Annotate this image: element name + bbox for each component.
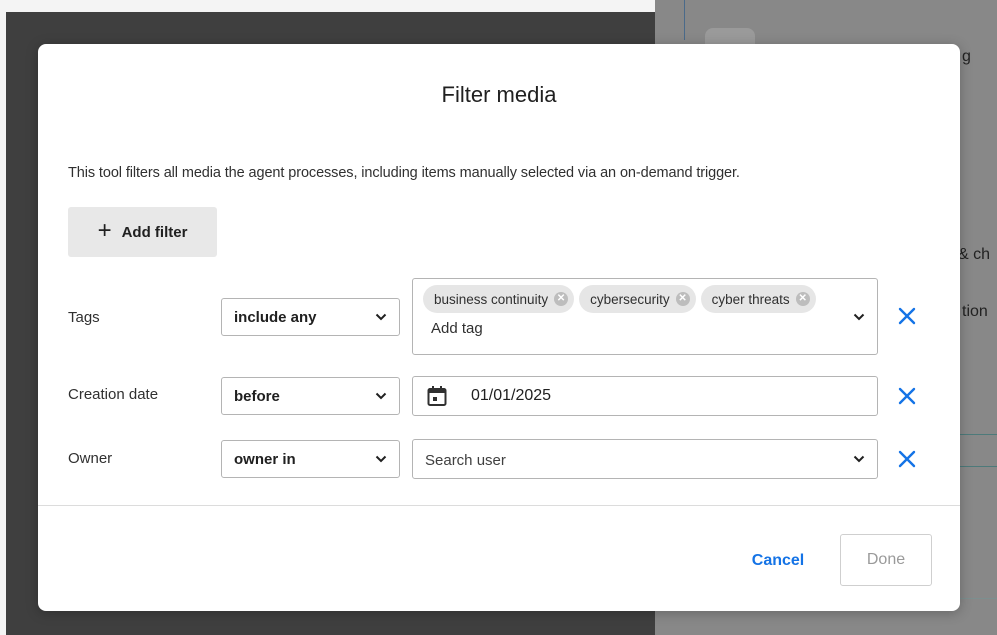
tags-operator-value: include any	[234, 308, 317, 326]
tag-chip: cyber threats ✕	[700, 285, 816, 313]
remove-tag-icon[interactable]: ✕	[554, 292, 569, 306]
remove-tag-icon[interactable]: ✕	[675, 292, 690, 306]
filter-media-dialog: Filter media This tool filters all media…	[38, 44, 960, 611]
done-button[interactable]: Done	[840, 534, 932, 586]
owner-operator-select[interactable]: owner in	[221, 440, 400, 478]
background-left-edge	[0, 0, 6, 635]
tag-chip: business continuity ✕	[423, 285, 575, 313]
filter-label-owner: Owner	[68, 450, 113, 467]
tag-chip-label: cybersecurity	[590, 291, 670, 307]
chevron-down-icon	[375, 455, 387, 463]
calendar-icon[interactable]	[427, 385, 447, 407]
tag-chip: cybersecurity ✕	[579, 285, 696, 313]
background-text-3: tion	[962, 303, 988, 320]
add-filter-label: Add filter	[121, 223, 188, 241]
date-value: 01/01/2025	[471, 387, 552, 404]
search-user-input[interactable]	[423, 440, 807, 480]
background-line	[960, 434, 997, 435]
background-line	[960, 466, 997, 467]
chevron-down-icon	[375, 313, 387, 321]
remove-filter-icon[interactable]	[895, 447, 919, 471]
plus-icon: +	[97, 217, 112, 244]
remove-filter-icon[interactable]	[895, 384, 919, 408]
remove-filter-icon[interactable]	[895, 304, 919, 328]
chevron-down-icon[interactable]	[853, 313, 865, 321]
date-field[interactable]: 01/01/2025	[412, 376, 878, 416]
tag-chip-label: cyber threats	[711, 291, 790, 307]
add-tag-input[interactable]	[429, 319, 533, 338]
date-operator-select[interactable]: before	[221, 377, 400, 415]
filter-label-creation-date: Creation date	[68, 386, 159, 403]
tags-operator-select[interactable]: include any	[221, 298, 400, 336]
dialog-description: This tool filters all media the agent pr…	[68, 165, 740, 181]
background-top-edge	[0, 0, 655, 12]
tags-field[interactable]: business continuity ✕ cybersecurity ✕ cy…	[412, 278, 878, 355]
chevron-down-icon[interactable]	[853, 455, 865, 463]
dialog-title: Filter media	[441, 82, 557, 107]
filter-label-tags: Tags	[68, 309, 100, 326]
remove-tag-icon[interactable]: ✕	[795, 292, 810, 306]
background-divider	[684, 0, 685, 40]
background-text-2: & ch	[958, 246, 991, 263]
chevron-down-icon	[375, 392, 387, 400]
add-filter-button[interactable]: + Add filter	[68, 207, 217, 257]
cancel-button[interactable]: Cancel	[738, 536, 818, 586]
tag-chip-label: business continuity	[434, 291, 549, 307]
owner-field[interactable]	[412, 439, 878, 480]
footer-divider	[38, 505, 960, 506]
date-operator-value: before	[234, 387, 280, 405]
owner-operator-value: owner in	[234, 450, 296, 468]
background-text-1: g	[962, 48, 971, 65]
tag-chip-list: business continuity ✕ cybersecurity ✕ cy…	[423, 285, 837, 338]
